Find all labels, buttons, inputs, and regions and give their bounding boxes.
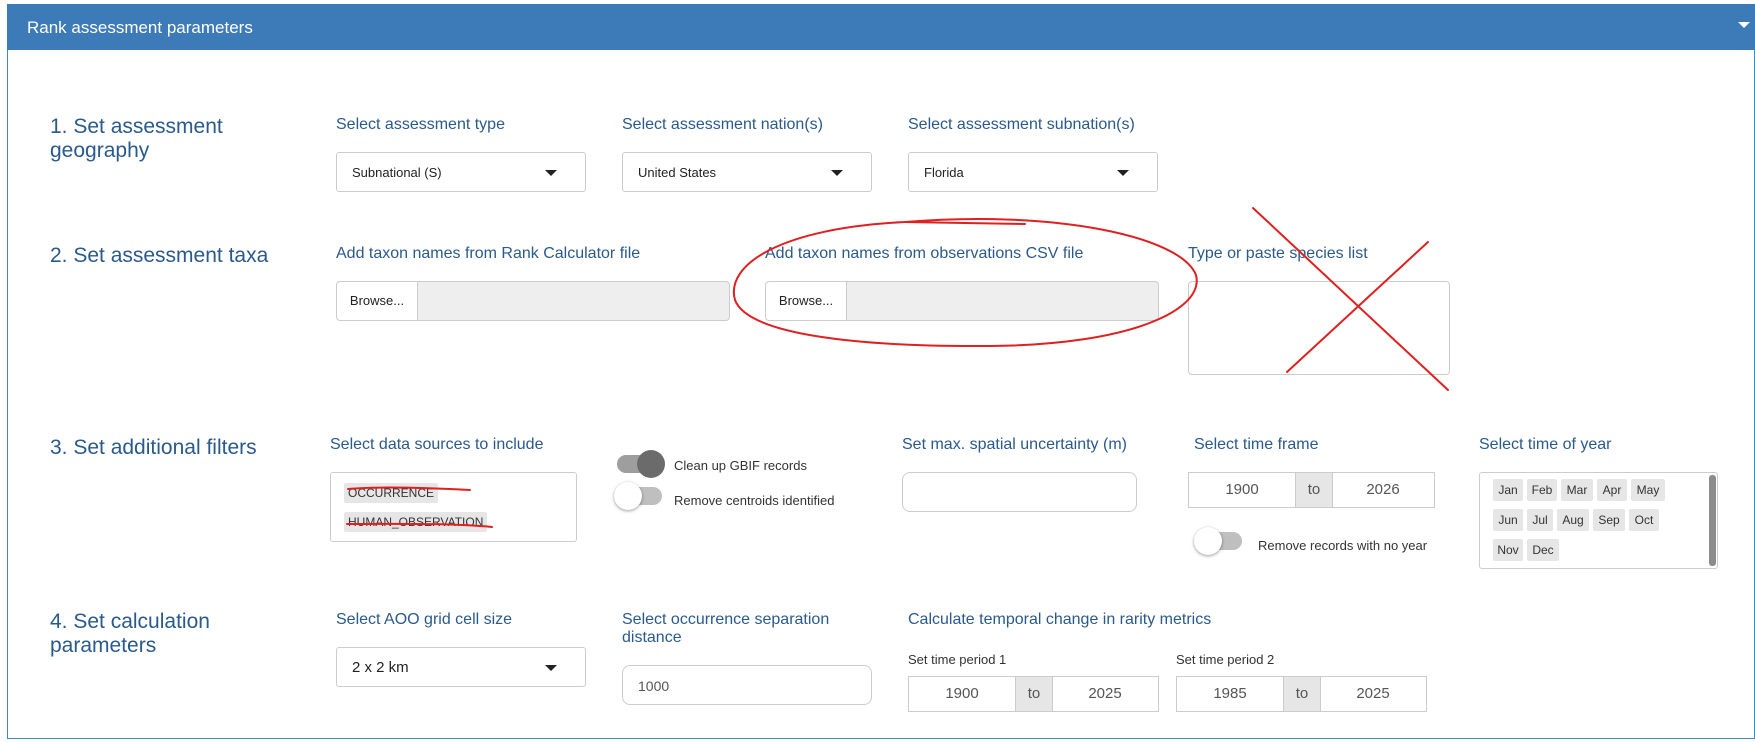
assessment-subnation-select[interactable]: Florida bbox=[908, 152, 1158, 192]
aoo-grid-label: Select AOO grid cell size bbox=[336, 611, 513, 628]
collapse-icon[interactable] bbox=[1738, 22, 1750, 28]
species-list-textarea[interactable] bbox=[1188, 281, 1450, 375]
time-period-1-to: to bbox=[1015, 677, 1053, 711]
month-tag[interactable]: Nov bbox=[1493, 539, 1523, 561]
time-frame-end[interactable]: 2026 bbox=[1331, 481, 1435, 498]
month-tag[interactable]: Oct bbox=[1629, 509, 1659, 531]
assessment-nation-label: Select assessment nation(s) bbox=[622, 116, 823, 133]
time-period-2-label: Set time period 2 bbox=[1176, 652, 1275, 667]
month-tag[interactable]: May bbox=[1631, 479, 1665, 501]
panel-title: Rank assessment parameters bbox=[27, 18, 253, 37]
month-list-scrollbar[interactable] bbox=[1709, 475, 1716, 566]
panel-header[interactable] bbox=[7, 4, 1755, 50]
month-tag[interactable]: Jun bbox=[1493, 509, 1523, 531]
time-frame-label: Select time frame bbox=[1194, 436, 1319, 453]
source-tag-occurrence[interactable]: OCCURRENCE bbox=[344, 483, 439, 503]
time-period-2-end[interactable]: 2025 bbox=[1319, 685, 1427, 702]
aoo-grid-value: 2 x 2 km bbox=[352, 659, 409, 676]
month-tag[interactable]: Sep bbox=[1593, 509, 1625, 531]
obs-csv-file-label: Add taxon names from observations CSV fi… bbox=[765, 245, 1084, 262]
separation-distance-label: Select occurrence separation distance bbox=[622, 611, 830, 646]
aoo-grid-select[interactable]: 2 x 2 km bbox=[336, 647, 586, 687]
gbif-cleanup-label: Clean up GBIF records bbox=[674, 458, 807, 473]
time-period-2-to: to bbox=[1283, 677, 1321, 711]
source-tag-human-observation[interactable]: HUMAN_OBSERVATION bbox=[344, 512, 488, 532]
assessment-nation-select[interactable]: United States bbox=[622, 152, 872, 192]
time-frame-slider[interactable]: 1900 to 2026 bbox=[1188, 472, 1435, 508]
step-geography-heading: 1. Set assessment geography bbox=[50, 115, 223, 162]
obs-csv-file-input[interactable]: Browse... bbox=[765, 281, 1159, 321]
time-period-1-end[interactable]: 2025 bbox=[1051, 685, 1159, 702]
data-sources-select[interactable]: OCCURRENCE HUMAN_OBSERVATION bbox=[330, 472, 577, 542]
separation-distance-value: 1000 bbox=[638, 678, 670, 694]
time-period-1-slider[interactable]: 1900 to 2025 bbox=[908, 676, 1159, 712]
time-frame-to: to bbox=[1295, 473, 1333, 507]
assessment-subnation-label: Select assessment subnation(s) bbox=[908, 116, 1135, 133]
obs-csv-browse-button[interactable]: Browse... bbox=[765, 281, 847, 321]
chevron-down-icon bbox=[545, 170, 557, 176]
chevron-down-icon bbox=[545, 665, 557, 671]
step-calc-heading: 4. Set calculation parameters bbox=[50, 610, 210, 657]
month-tag[interactable]: Aug bbox=[1557, 509, 1589, 531]
assessment-nation-value: United States bbox=[638, 165, 717, 180]
month-tag[interactable]: Apr bbox=[1597, 479, 1627, 501]
assessment-type-label: Select assessment type bbox=[336, 116, 505, 133]
remove-centroids-toggle[interactable] bbox=[614, 482, 662, 510]
time-period-2-start[interactable]: 1985 bbox=[1177, 685, 1283, 702]
rank-calc-file-label: Add taxon names from Rank Calculator fil… bbox=[336, 245, 641, 262]
chevron-down-icon bbox=[1117, 170, 1129, 176]
assessment-subnation-value: Florida bbox=[924, 165, 964, 180]
remove-no-year-label: Remove records with no year bbox=[1258, 538, 1428, 553]
assessment-type-value: Subnational (S) bbox=[352, 165, 442, 180]
month-tag[interactable]: Jul bbox=[1527, 509, 1553, 531]
rank-calc-file-input[interactable]: Browse... bbox=[336, 281, 730, 321]
temporal-change-label: Calculate temporal change in rarity metr… bbox=[908, 611, 1212, 628]
time-of-year-select[interactable]: Jan Feb Mar Apr May Jun Jul Aug Sep Oct … bbox=[1479, 472, 1718, 569]
chevron-down-icon bbox=[831, 170, 843, 176]
data-sources-label: Select data sources to include bbox=[330, 436, 544, 453]
time-period-1-start[interactable]: 1900 bbox=[909, 685, 1015, 702]
obs-csv-file-field[interactable] bbox=[847, 281, 1159, 321]
gbif-cleanup-toggle[interactable] bbox=[617, 450, 665, 478]
time-of-year-label: Select time of year bbox=[1479, 436, 1612, 453]
time-period-1-label: Set time period 1 bbox=[908, 652, 1007, 667]
remove-centroids-label: Remove centroids identified bbox=[674, 493, 835, 508]
assessment-type-select[interactable]: Subnational (S) bbox=[336, 152, 586, 192]
month-tag[interactable]: Jan bbox=[1493, 479, 1523, 501]
step-taxa-heading: 2. Set assessment taxa bbox=[50, 244, 269, 267]
species-list-label: Type or paste species list bbox=[1188, 245, 1368, 262]
rank-calc-browse-button[interactable]: Browse... bbox=[336, 281, 418, 321]
spatial-uncertainty-input[interactable] bbox=[902, 472, 1137, 512]
rank-calc-file-field[interactable] bbox=[418, 281, 730, 321]
time-period-2-slider[interactable]: 1985 to 2025 bbox=[1176, 676, 1427, 712]
month-tag[interactable]: Mar bbox=[1561, 479, 1593, 501]
month-tag[interactable]: Feb bbox=[1527, 479, 1557, 501]
step-filters-heading: 3. Set additional filters bbox=[50, 436, 257, 459]
time-frame-start[interactable]: 1900 bbox=[1189, 481, 1295, 498]
spatial-uncertainty-label: Set max. spatial uncertainty (m) bbox=[902, 436, 1127, 453]
month-tag[interactable]: Dec bbox=[1527, 539, 1559, 561]
remove-no-year-toggle[interactable] bbox=[1194, 527, 1242, 555]
separation-distance-input[interactable]: 1000 bbox=[622, 665, 872, 705]
